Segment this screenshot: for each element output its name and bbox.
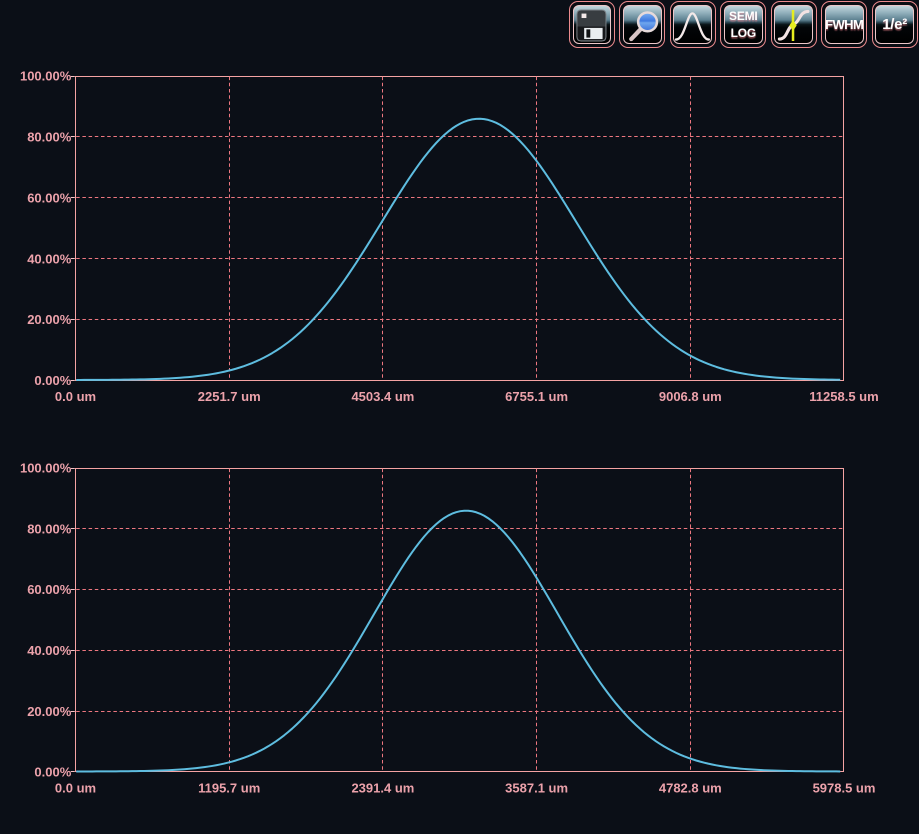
svg-text:4503.4 um: 4503.4 um bbox=[351, 389, 414, 404]
svg-text:0.0 um: 0.0 um bbox=[55, 780, 96, 795]
svg-text:40.00%: 40.00% bbox=[27, 643, 72, 658]
svg-text:11258.5 um: 11258.5 um bbox=[809, 389, 878, 404]
svg-text:80.00%: 80.00% bbox=[27, 521, 72, 536]
svg-text:60.00%: 60.00% bbox=[27, 190, 72, 205]
svg-text:80.00%: 80.00% bbox=[27, 130, 72, 145]
svg-text:60.00%: 60.00% bbox=[27, 582, 72, 597]
svg-text:40.00%: 40.00% bbox=[27, 251, 72, 266]
svg-text:4782.8 um: 4782.8 um bbox=[659, 780, 722, 795]
svg-text:9006.8 um: 9006.8 um bbox=[659, 389, 722, 404]
svg-text:100.00%: 100.00% bbox=[20, 69, 72, 84]
svg-text:1195.7 um: 1195.7 um bbox=[198, 780, 260, 795]
svg-text:2251.7 um: 2251.7 um bbox=[198, 389, 261, 404]
svg-text:3587.1 um: 3587.1 um bbox=[505, 780, 568, 795]
svg-text:5978.5 um: 5978.5 um bbox=[813, 780, 876, 795]
svg-text:0.0 um: 0.0 um bbox=[55, 389, 96, 404]
svg-text:6755.1 um: 6755.1 um bbox=[505, 389, 568, 404]
svg-text:2391.4 um: 2391.4 um bbox=[351, 780, 414, 795]
svg-text:20.00%: 20.00% bbox=[27, 704, 72, 719]
svg-text:0.00%: 0.00% bbox=[34, 373, 71, 388]
svg-text:0.00%: 0.00% bbox=[34, 765, 71, 780]
svg-text:100.00%: 100.00% bbox=[20, 461, 72, 476]
svg-text:20.00%: 20.00% bbox=[27, 312, 72, 327]
